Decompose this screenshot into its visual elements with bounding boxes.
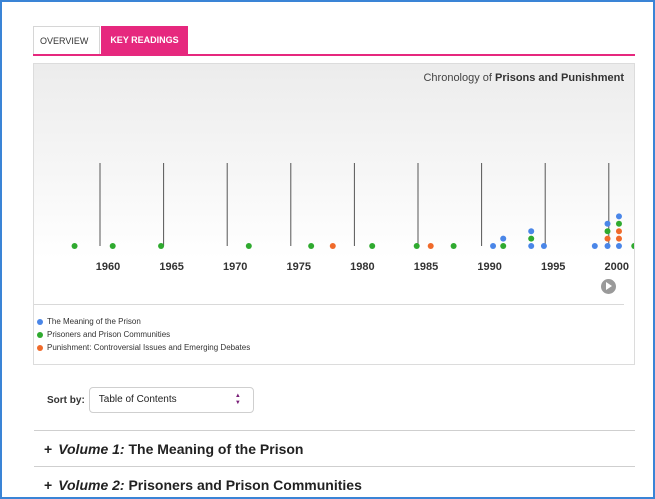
sort-control: Sort by: Table of Contents ▲ ▼ [47, 387, 254, 413]
expand-icon: + [44, 441, 53, 457]
volume-number: Volume 1: [58, 441, 125, 457]
sort-label: Sort by: [47, 394, 85, 406]
timeline-year-label: 1980 [350, 261, 374, 273]
legend-label: Prisoners and Prison Communities [47, 330, 171, 339]
timeline-point-punishment[interactable] [604, 235, 611, 242]
timeline-year-label: 2000 [605, 261, 629, 273]
timeline-legend: The Meaning of the Prison Prisoners and P… [37, 315, 250, 354]
tab-bar: OVERVIEW KEY READINGS [33, 26, 635, 56]
timeline-point-meaning[interactable] [604, 220, 611, 227]
sort-selected-value: Table of Contents [98, 394, 177, 405]
timeline-point-meaning[interactable] [591, 243, 598, 249]
legend-divider [34, 304, 624, 305]
timeline-point-prisoners[interactable] [369, 243, 376, 249]
timeline-point-prisoners[interactable] [413, 243, 420, 249]
volume-2-header[interactable]: + Volume 2: Prisoners and Prison Communit… [44, 477, 362, 493]
timeline-point-punishment[interactable] [329, 243, 336, 249]
timeline-point-meaning[interactable] [540, 243, 547, 249]
timeline-point-meaning[interactable] [615, 213, 622, 220]
legend-item[interactable]: Punishment: Controversial Issues and Eme… [37, 341, 250, 354]
volume-title: Prisoners and Prison Communities [124, 477, 362, 493]
timeline-point-prisoners[interactable] [158, 243, 165, 249]
volume-1-header[interactable]: + Volume 1: The Meaning of the Prison [44, 441, 303, 457]
legend-label: The Meaning of the Prison [47, 317, 141, 326]
timeline-point-meaning[interactable] [528, 243, 535, 249]
timeline-point-prisoners[interactable] [71, 243, 78, 249]
timeline-point-prisoners[interactable] [500, 243, 507, 249]
timeline-point-punishment[interactable] [615, 235, 622, 242]
timeline-point-prisoners[interactable] [109, 243, 116, 249]
timeline-year-label: 1970 [223, 261, 247, 273]
timeline-point-prisoners[interactable] [450, 243, 457, 249]
timeline-point-meaning[interactable] [615, 243, 622, 249]
timeline-year-label: 1975 [287, 261, 311, 273]
legend-item[interactable]: Prisoners and Prison Communities [37, 328, 250, 341]
legend-item[interactable]: The Meaning of the Prison [37, 315, 250, 328]
timeline-year-label: 1995 [541, 261, 565, 273]
legend-swatch [37, 331, 43, 338]
timeline-chart: 1960 1965 1970 1975 1980 1985 1990 1995 2000 [71, 163, 634, 273]
timeline-point-prisoners[interactable] [615, 220, 622, 227]
play-icon[interactable] [601, 279, 616, 294]
timeline-point-punishment[interactable] [427, 243, 434, 249]
timeline-year-label: 1990 [477, 261, 501, 273]
timeline-point-meaning[interactable] [528, 228, 535, 235]
timeline-point-prisoners[interactable] [528, 235, 535, 242]
timeline-point-meaning[interactable] [490, 243, 497, 249]
sort-select[interactable]: Table of Contents ▲ ▼ [88, 387, 254, 413]
timeline-point-punishment[interactable] [615, 228, 622, 235]
legend-swatch [37, 344, 43, 351]
timeline-point-meaning[interactable] [604, 243, 611, 249]
timeline-point-meaning[interactable] [500, 235, 507, 242]
timeline-year-label: 1965 [159, 261, 183, 273]
timeline-point-prisoners[interactable] [631, 243, 634, 249]
select-arrows-icon: ▲ ▼ [234, 393, 241, 406]
expand-icon: + [44, 477, 53, 493]
timeline-year-label: 1960 [96, 261, 120, 273]
timeline-panel: Chronology of Prisons and Punishment 196… [33, 63, 635, 365]
timeline-point-prisoners[interactable] [308, 243, 315, 249]
tab-key-readings[interactable]: KEY READINGS [101, 26, 188, 54]
divider [34, 466, 635, 467]
volume-title: The Meaning of the Prison [124, 441, 304, 457]
timeline-point-prisoners[interactable] [245, 243, 252, 249]
divider [34, 430, 635, 431]
volume-number: Volume 2: [58, 477, 125, 493]
legend-swatch [37, 318, 43, 325]
tab-overview[interactable]: OVERVIEW [33, 26, 100, 54]
timeline-point-prisoners[interactable] [604, 228, 611, 235]
timeline-year-label: 1985 [414, 261, 438, 273]
legend-label: Punishment: Controversial Issues and Eme… [47, 343, 251, 352]
